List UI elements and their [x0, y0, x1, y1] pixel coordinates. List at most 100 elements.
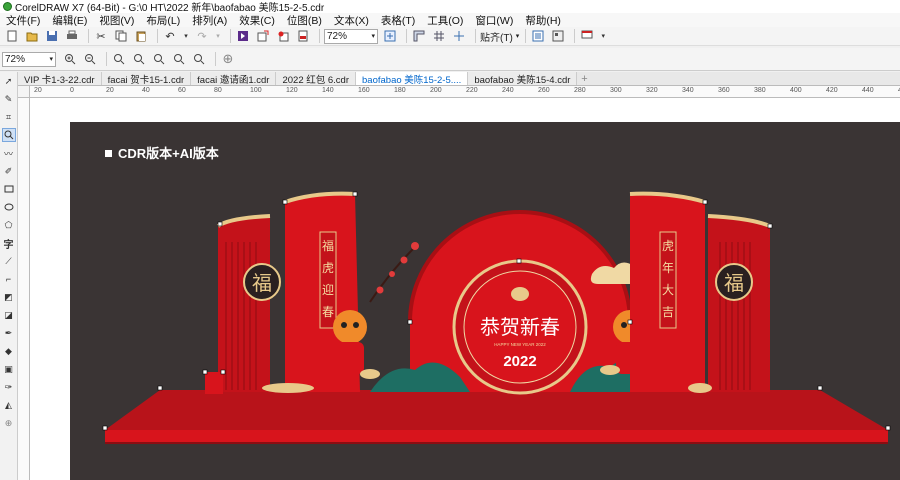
menu-layout[interactable]: 布局(L): [146, 13, 180, 28]
print-icon[interactable]: [64, 28, 80, 44]
search-content-icon[interactable]: [235, 28, 251, 44]
ellipse-tool-icon[interactable]: [2, 200, 16, 214]
toolbar-separator: [230, 29, 231, 43]
right-outer-panel[interactable]: [708, 216, 770, 392]
drop-shadow-tool-icon[interactable]: ◩: [2, 290, 16, 304]
menu-table[interactable]: 表格(T): [381, 13, 415, 28]
property-zoom-select[interactable]: 72% ▾: [2, 51, 56, 67]
ruler-tick-label: 60: [178, 87, 186, 94]
ruler-tick-label: 320: [646, 87, 658, 94]
horizontal-ruler[interactable]: 20 0 20 40 60 80 100 120 140 160 180 200 220 240 260 28…: [30, 86, 900, 98]
menu-bitmaps[interactable]: 位图(B): [287, 13, 322, 28]
shape-tool-icon[interactable]: ✎: [2, 92, 16, 106]
menu-text[interactable]: 文本(X): [334, 13, 369, 28]
center-subtitle: HAPPY NEW YEAR 2022: [494, 342, 546, 347]
save-icon[interactable]: [44, 28, 60, 44]
add-icon[interactable]: ⊕: [220, 51, 236, 67]
toolbar-separator: [406, 29, 407, 43]
document-page[interactable]: CDR版本+AI版本 福 福 虎 迎 春 恭贺新春 HAPPY NEW YEAR…: [70, 122, 900, 480]
ruler-tick-label: 340: [682, 87, 694, 94]
full-screen-preview-icon[interactable]: [382, 28, 398, 44]
cut-icon[interactable]: ✂: [93, 28, 109, 44]
undo-dropdown-icon[interactable]: ▾: [182, 28, 190, 44]
zoom-level-select[interactable]: 72% ▾: [324, 28, 378, 44]
tab-baofabao-15-4[interactable]: baofabao 美陈15-4.cdr: [468, 72, 578, 86]
show-guidelines-icon[interactable]: [451, 28, 467, 44]
export-icon[interactable]: [275, 28, 291, 44]
quick-customize-icon[interactable]: [579, 28, 595, 44]
text-tool-icon[interactable]: 字: [2, 236, 16, 251]
redo-dropdown-icon[interactable]: ▾: [214, 28, 222, 44]
drawing-canvas[interactable]: CDR版本+AI版本 福 福 虎 迎 春 恭贺新春 HAPPY NEW YEAR…: [30, 98, 900, 480]
transparency-tool-icon[interactable]: ◪: [2, 308, 16, 322]
freehand-tool-icon[interactable]: 〰: [2, 146, 16, 160]
ruler-origin[interactable]: [18, 86, 30, 98]
stage-edge: [105, 442, 888, 444]
stage-design-artwork[interactable]: CDR版本+AI版本 福 福 虎 迎 春 恭贺新春 HAPPY NEW YEAR…: [70, 122, 900, 480]
publish-pdf-icon[interactable]: [295, 28, 311, 44]
show-grid-icon[interactable]: [431, 28, 447, 44]
menu-help[interactable]: 帮助(H): [525, 13, 561, 28]
menu-view[interactable]: 视图(V): [99, 13, 134, 28]
vertical-ruler[interactable]: [18, 98, 30, 480]
stage-platform-top[interactable]: [105, 390, 888, 430]
left-fu-character: 福: [252, 271, 272, 295]
property-bar: 72% ▾ ⊕: [0, 48, 900, 71]
tab-red-envelope[interactable]: 2022 红包 6.cdr: [276, 72, 357, 86]
stage-platform-front[interactable]: [105, 430, 888, 444]
menu-arrange[interactable]: 排列(A): [192, 13, 227, 28]
right-banner-char-4: 吉: [662, 305, 674, 319]
zoom-page-width-icon[interactable]: [171, 51, 187, 67]
rectangle-tool-icon[interactable]: [2, 182, 16, 196]
interactive-fill-tool-icon[interactable]: ◆: [2, 344, 16, 358]
zoom-selected-icon[interactable]: [111, 51, 127, 67]
snap-to-label: 贴齐(T): [480, 32, 513, 44]
chevron-down-icon[interactable]: ▾: [599, 28, 607, 44]
ruler-tick-label: 100: [250, 87, 262, 94]
tab-vip-card[interactable]: VIP 卡1-3-22.cdr: [18, 72, 102, 86]
small-red-box[interactable]: [205, 372, 223, 394]
pick-tool-icon[interactable]: ➚: [2, 74, 16, 88]
crop-tool-icon[interactable]: ⌗: [2, 110, 16, 124]
new-tab-icon[interactable]: +: [577, 73, 591, 85]
tab-invitation[interactable]: facai 邀请函1.cdr: [191, 72, 277, 86]
color-eyedropper-tool-icon[interactable]: ✒: [2, 326, 16, 340]
redo-icon[interactable]: ↷: [194, 28, 210, 44]
tab-baofabao-15-2-5[interactable]: baofabao 美陈15-2-5....: [356, 72, 469, 86]
copy-icon[interactable]: [113, 28, 129, 44]
show-rulers-icon[interactable]: [411, 28, 427, 44]
left-tiger-mascot[interactable]: [333, 310, 380, 379]
application-launcher-icon[interactable]: [550, 28, 566, 44]
zoom-page-icon[interactable]: [151, 51, 167, 67]
polygon-tool-icon[interactable]: ⬠: [2, 218, 16, 232]
new-document-icon[interactable]: [4, 28, 20, 44]
undo-icon[interactable]: ↶: [162, 28, 178, 44]
snap-to-menu[interactable]: 贴齐(T) ▾: [480, 29, 519, 44]
import-icon[interactable]: [255, 28, 271, 44]
menu-edit[interactable]: 编辑(E): [52, 13, 87, 28]
zoom-in-icon[interactable]: [62, 51, 78, 67]
zoom-out-icon[interactable]: [82, 51, 98, 67]
outline-pen-icon[interactable]: ✑: [2, 380, 16, 394]
parallel-dimension-tool-icon[interactable]: ⟋: [2, 254, 16, 268]
paste-icon[interactable]: [133, 28, 149, 44]
menu-effects[interactable]: 效果(C): [239, 13, 275, 28]
artistic-media-tool-icon[interactable]: ✐: [2, 164, 16, 178]
toolbar-separator: [319, 29, 320, 43]
menu-file[interactable]: 文件(F): [6, 13, 40, 28]
fill-bucket-icon[interactable]: ◭: [2, 398, 16, 412]
add-tool-icon[interactable]: ⊕: [2, 416, 16, 430]
zoom-tool-icon[interactable]: [1, 128, 16, 142]
zoom-page-height-icon[interactable]: [191, 51, 207, 67]
smart-fill-tool-icon[interactable]: ▣: [2, 362, 16, 376]
zoom-all-objects-icon[interactable]: [131, 51, 147, 67]
menu-tools[interactable]: 工具(O): [427, 13, 463, 28]
connector-tool-icon[interactable]: ⌐: [2, 272, 16, 286]
options-icon[interactable]: [530, 28, 546, 44]
ruler-tick-label: 140: [322, 87, 334, 94]
open-icon[interactable]: [24, 28, 40, 44]
menu-window[interactable]: 窗口(W): [475, 13, 513, 28]
ruler-tick-label: 240: [502, 87, 514, 94]
tab-greeting-card[interactable]: facai 贺卡15-1.cdr: [101, 72, 192, 86]
left-banner-char-4: 春: [322, 305, 334, 319]
